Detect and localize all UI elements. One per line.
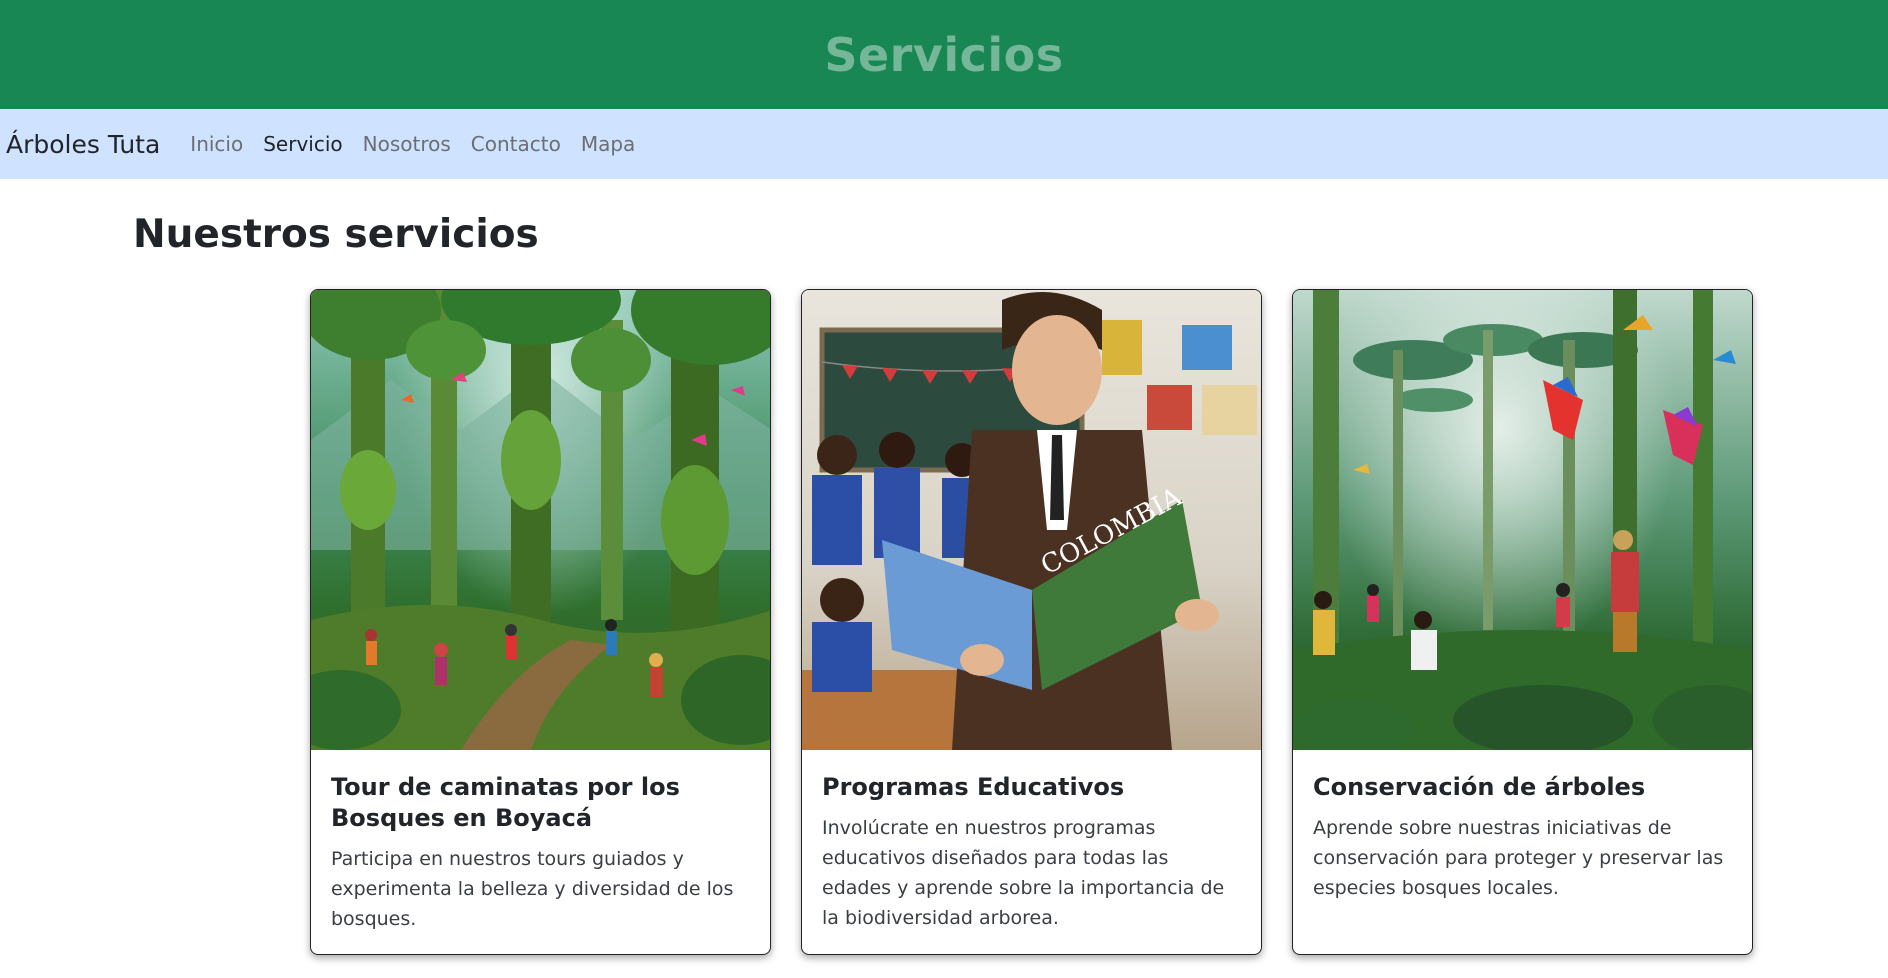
service-card-hiking[interactable]: Tour de caminatas por los Bosques en Boy… xyxy=(310,289,771,955)
forest-conservation-image xyxy=(1293,290,1752,750)
section-title: Nuestros servicios xyxy=(133,212,539,257)
card-body: Conservación de árboles Aprende sobre nu… xyxy=(1293,750,1752,923)
service-card-education[interactable]: COLOMBIA Programas Educativos Involúcrat… xyxy=(801,289,1262,955)
card-title: Tour de caminatas por los Bosques en Boy… xyxy=(331,773,680,832)
card-body: Programas Educativos Involúcrate en nues… xyxy=(802,750,1261,953)
nav-link-nosotros[interactable]: Nosotros xyxy=(363,132,451,156)
navbar: Árboles Tuta Inicio Servicio Nosotros Co… xyxy=(0,109,1888,179)
card-text: Participa en nuestros tours guiados y ex… xyxy=(331,848,734,930)
nav-link-mapa[interactable]: Mapa xyxy=(581,132,635,156)
service-card-conservation[interactable]: Conservación de árboles Aprende sobre nu… xyxy=(1292,289,1753,955)
card-body: Tour de caminatas por los Bosques en Boy… xyxy=(311,750,770,954)
card-title: Programas Educativos xyxy=(822,773,1125,801)
service-cards: Tour de caminatas por los Bosques en Boy… xyxy=(310,289,1753,955)
nav-link-contacto[interactable]: Contacto xyxy=(471,132,561,156)
nav-links: Inicio Servicio Nosotros Contacto Mapa xyxy=(190,132,655,156)
card-text: Involúcrate en nuestros programas educat… xyxy=(822,817,1225,929)
header-title: Servicios xyxy=(824,27,1064,82)
card-text: Aprende sobre nuestras iniciativas de co… xyxy=(1313,817,1724,899)
page-header: Servicios xyxy=(0,0,1888,109)
classroom-teacher-image: COLOMBIA xyxy=(802,290,1261,750)
card-title: Conservación de árboles xyxy=(1313,773,1646,801)
nav-link-inicio[interactable]: Inicio xyxy=(190,132,243,156)
forest-hiking-image xyxy=(311,290,770,750)
navbar-brand[interactable]: Árboles Tuta xyxy=(6,130,160,159)
nav-link-servicio[interactable]: Servicio xyxy=(263,132,342,156)
